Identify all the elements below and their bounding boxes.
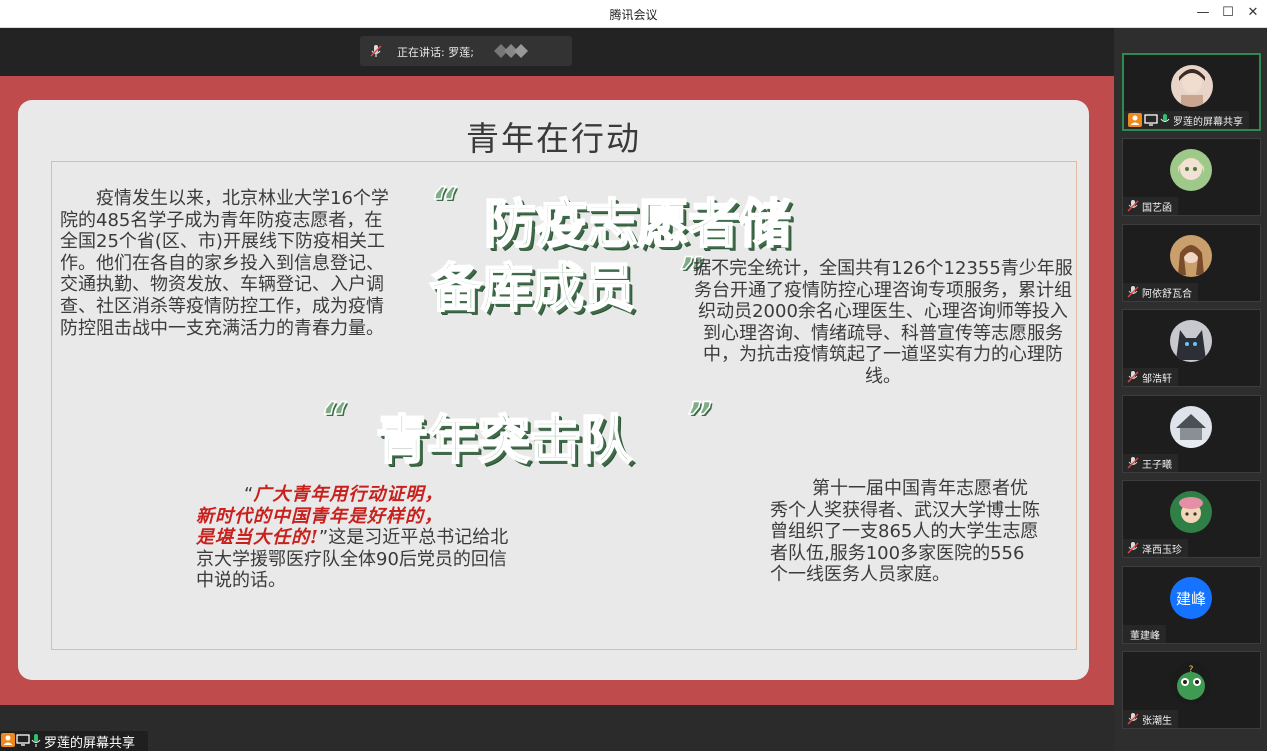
close-icon[interactable]: ✕ <box>1243 4 1263 22</box>
quote-line2: 新时代的中国青年是好样的， <box>196 505 443 527</box>
participant-tile[interactable]: 王子曦 <box>1122 395 1261 473</box>
participant-nametag: 董建峰 <box>1123 625 1166 643</box>
participant-nametag: 邹浩轩 <box>1123 368 1178 386</box>
participant-name: 罗莲的屏幕共享 <box>1173 116 1243 128</box>
participant-tile[interactable]: 邹浩轩 <box>1122 309 1261 387</box>
participant-tile[interactable]: ? 张潮生 <box>1122 651 1261 729</box>
avatar-initials: 建峰 <box>1175 589 1206 608</box>
quote-line1: 广大青年用行动证明， <box>253 484 444 505</box>
participant-nametag: 张潮生 <box>1123 710 1178 728</box>
participant-tile[interactable]: 泽西玉珍 <box>1122 480 1261 558</box>
participant-tile[interactable]: 国艺函 <box>1122 138 1261 216</box>
speaking-indicator: 正在讲话: 罗莲; <box>360 36 572 66</box>
participant-tile[interactable]: 罗莲的屏幕共享 <box>1122 53 1261 131</box>
screen-share-icon <box>1144 114 1158 126</box>
participant-name: 阿依舒瓦合 <box>1142 288 1192 300</box>
title-bar: 腾讯会议 — ☐ ✕ <box>0 0 1267 28</box>
screen-share-label: 罗莲的屏幕共享 <box>44 736 136 751</box>
heading-volunteer-reserve-line2: 备库成员 <box>429 258 636 320</box>
paragraph-volunteers: 疫情发生以来，北京林业大学16个学院的485名学子成为青年防疫志愿者，在全国25… <box>60 188 389 339</box>
avatar <box>1170 320 1212 362</box>
quote-line3: 是堪当大任的! <box>196 527 319 549</box>
participant-nametag: 王子曦 <box>1123 454 1178 472</box>
user-icon <box>1 733 15 747</box>
avatar <box>1170 149 1212 191</box>
mic-icon <box>31 734 41 747</box>
slide-title: 青年在行动 <box>466 119 641 158</box>
participant-name: 王子曦 <box>1142 459 1172 471</box>
window-title: 腾讯会议 <box>609 8 658 22</box>
avatar <box>1171 65 1213 107</box>
heading-youth-commando: 青年突击队 <box>375 410 633 472</box>
paragraph-psychological-service: 据不完全统计，全国共有126个12355青少年服务台开通了疫情防控心理咨询专项服… <box>693 258 1073 387</box>
avatar: 建峰 <box>1170 577 1212 619</box>
mic-muted-icon <box>1127 200 1139 212</box>
shared-screen: 青年在行动 疫情发生以来，北京林业大学16个学院的485名学子成为青年防疫志愿者… <box>0 76 1114 751</box>
mic-muted-icon <box>1127 286 1139 298</box>
participant-tile[interactable]: 阿依舒瓦合 <box>1122 224 1261 302</box>
participant-name: 国艺函 <box>1142 202 1172 214</box>
maximize-icon[interactable]: ☐ <box>1218 4 1238 22</box>
paragraph-chen-zeng: 第十一届中国青年志愿者优秀个人奖获得者、武汉大学博士陈曾组织了一支865人的大学… <box>770 478 1040 586</box>
mic-icon <box>1160 114 1170 122</box>
participant-nametag: 泽西玉珍 <box>1123 539 1188 557</box>
screen-share-icon <box>16 734 30 746</box>
open-quote-mark: “ <box>429 179 456 227</box>
participant-name: 邹浩轩 <box>1142 373 1172 385</box>
participant-name: 董建峰 <box>1130 630 1160 642</box>
avatar <box>1170 235 1212 277</box>
participant-nametag: 阿依舒瓦合 <box>1123 283 1198 301</box>
mic-muted-icon <box>1127 457 1139 469</box>
svg-text:?: ? <box>1189 665 1194 675</box>
quote-close: ” <box>318 527 329 549</box>
avatar <box>1170 406 1212 448</box>
slide-background: 青年在行动 疫情发生以来，北京林业大学16个学院的485名学子成为青年防疫志愿者… <box>0 76 1114 705</box>
avatar: ? <box>1170 662 1212 704</box>
meeting-top-bar: 正在讲话: 罗莲; <box>0 28 1114 76</box>
speaking-label: 正在讲话: 罗莲; <box>397 46 474 59</box>
participants-sidebar[interactable]: 罗莲的屏幕共享 国艺函 阿依舒瓦合 邹浩轩 王子曦 泽西玉珍 建峰 董建峰 ? … <box>1114 28 1267 751</box>
mic-muted-icon <box>1127 542 1139 554</box>
quote-open: “ <box>244 484 254 505</box>
participant-name: 泽西玉珍 <box>1142 544 1182 556</box>
minimize-icon[interactable]: — <box>1193 4 1213 22</box>
mic-muted-icon <box>1127 713 1139 725</box>
participant-nametag: 罗莲的屏幕共享 <box>1124 111 1249 129</box>
participant-name: 张潮生 <box>1142 715 1172 727</box>
participant-tile[interactable]: 建峰 董建峰 <box>1122 566 1261 644</box>
screen-share-label-bar: 罗莲的屏幕共享 <box>0 731 148 751</box>
mic-muted-icon <box>370 45 382 57</box>
user-icon <box>1128 113 1142 127</box>
mic-muted-icon <box>1127 371 1139 383</box>
paragraph-quote: “广大青年用行动证明， 新时代的中国青年是好样的， 是堪当大任的!”这是习近平总… <box>196 484 516 592</box>
close-quote-mark-2: ” <box>685 394 712 442</box>
slide-panel: 青年在行动 疫情发生以来，北京林业大学16个学院的485名学子成为青年防疫志愿者… <box>18 100 1089 680</box>
avatar <box>1170 491 1212 533</box>
participant-nametag: 国艺函 <box>1123 197 1178 215</box>
open-quote-mark-2: “ <box>319 394 346 442</box>
blurred-name-icon <box>494 44 528 58</box>
